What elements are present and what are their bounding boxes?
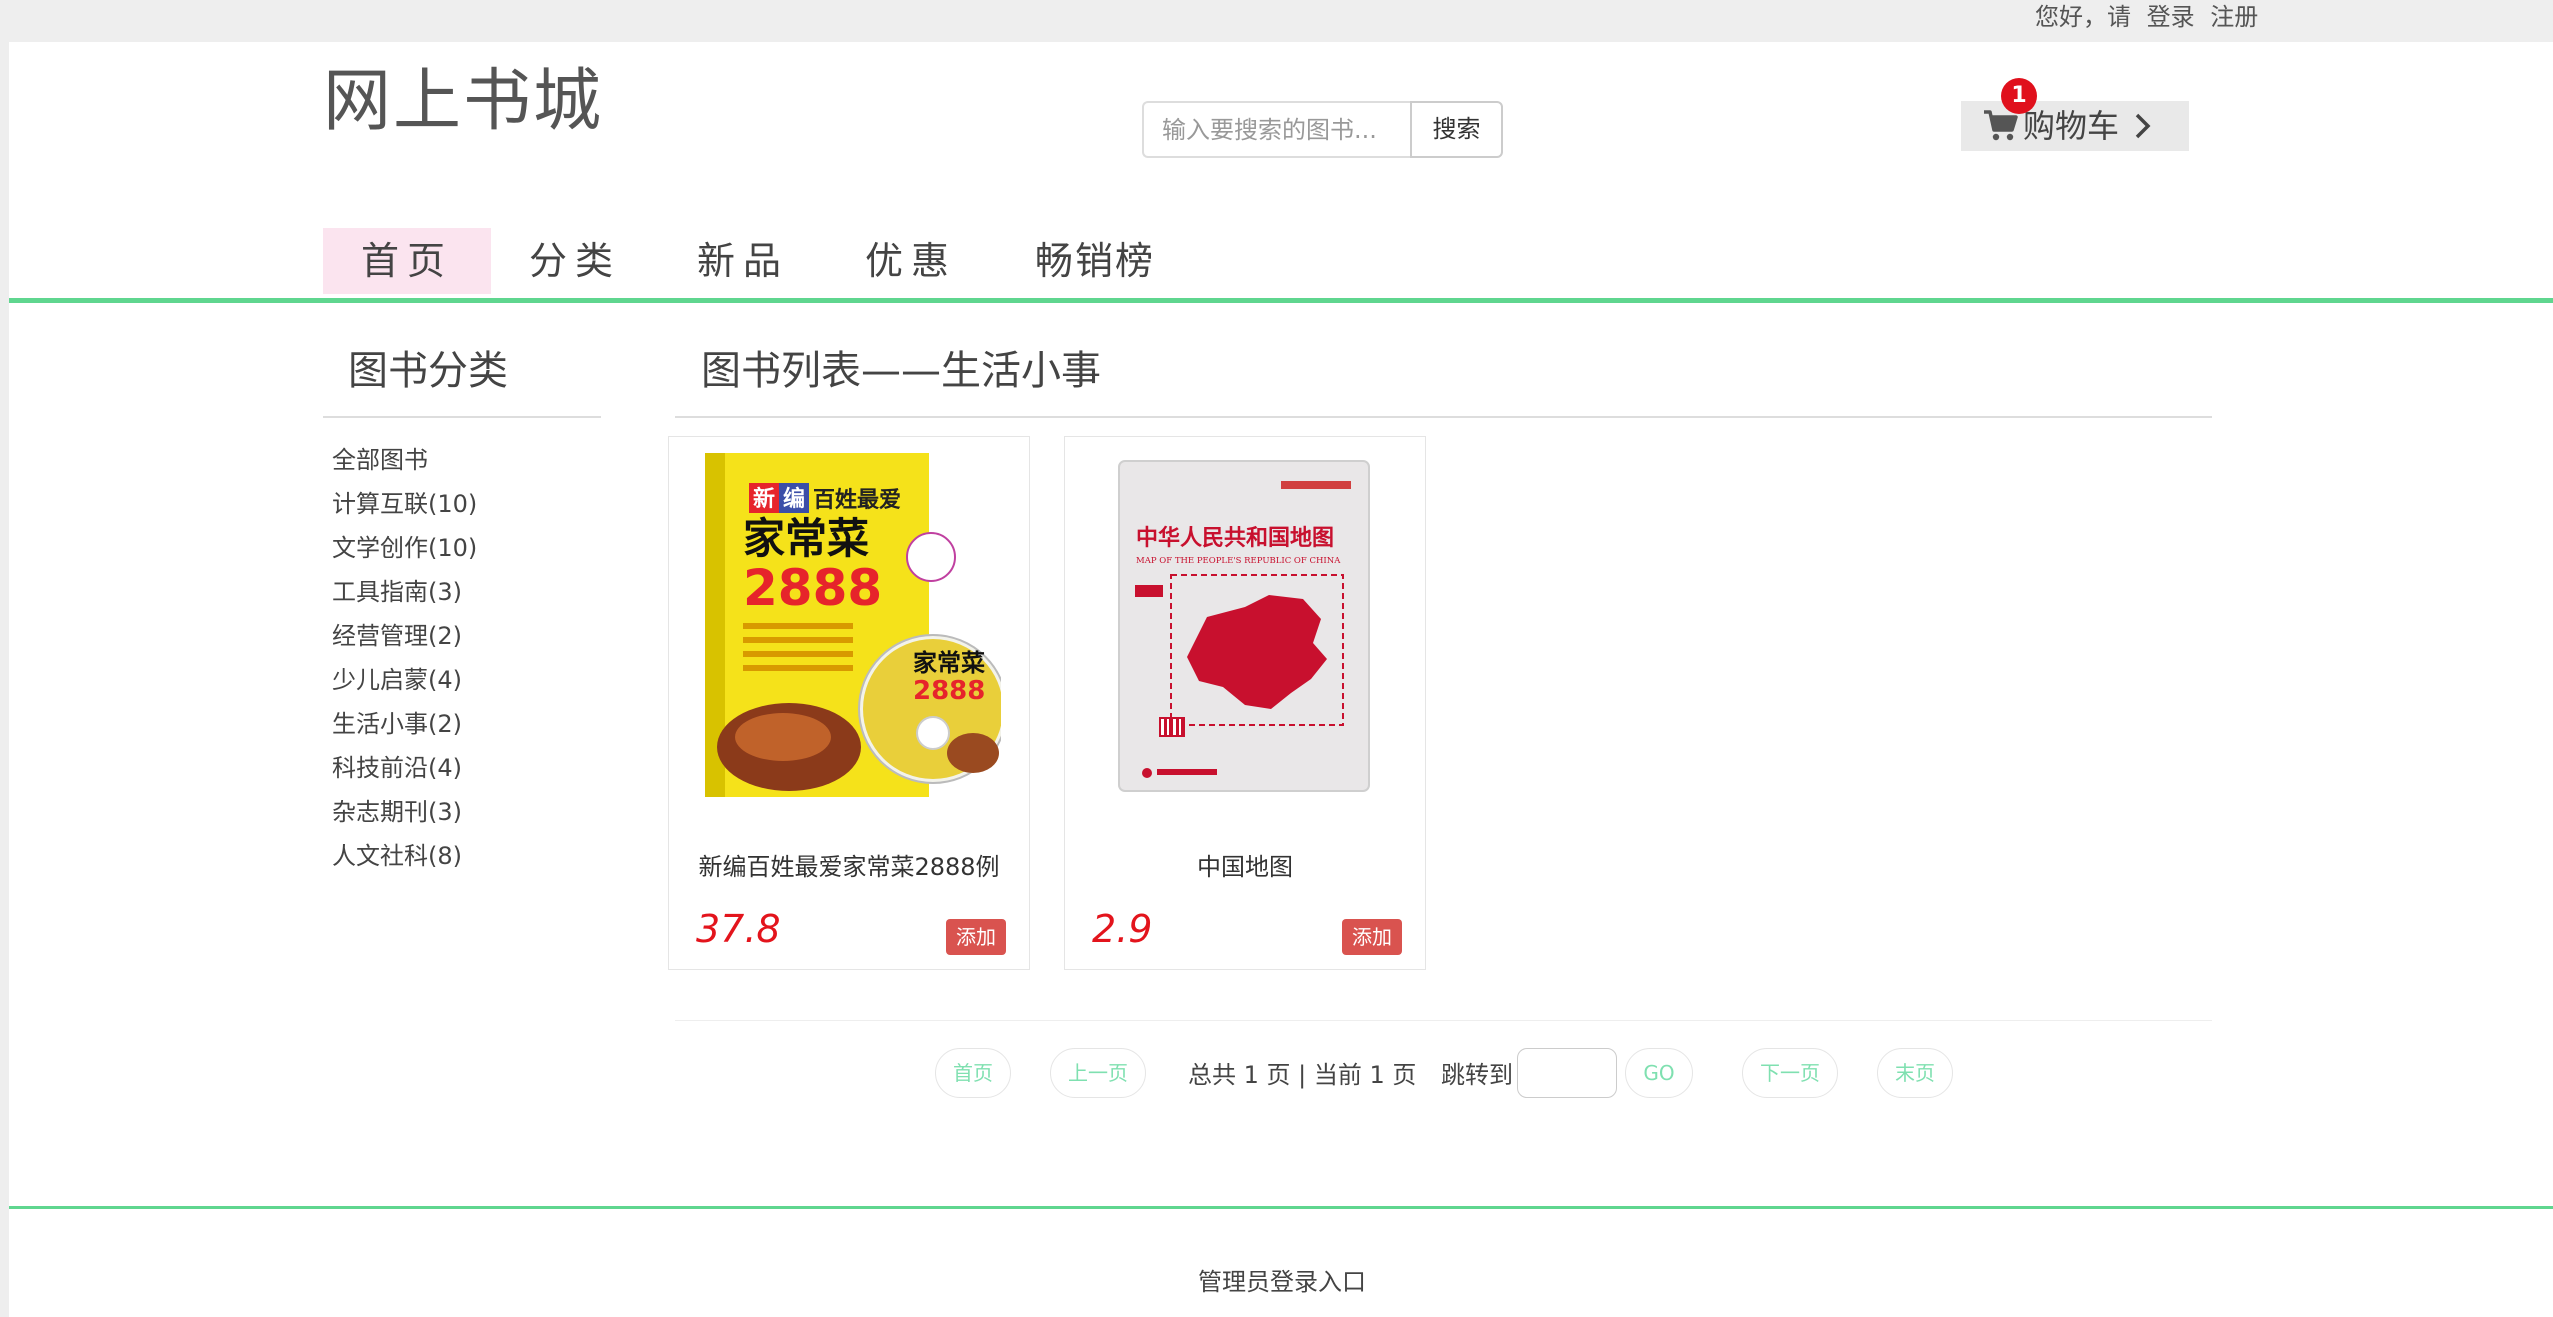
category-item[interactable]: 生活小事(2) (332, 704, 462, 739)
category-item[interactable]: 杂志期刊(3) (332, 792, 462, 827)
cover-line2-text: 家常菜 (743, 514, 869, 563)
nav-categories[interactable]: 分类 (491, 228, 659, 294)
left-edge-strip (0, 0, 9, 1317)
login-link[interactable]: 登录 (2147, 3, 2195, 31)
jump-label: 跳转到 (1441, 1061, 1513, 1089)
cart-button[interactable]: 购物车 (1961, 101, 2189, 151)
prev-page-button[interactable]: 上一页 (1050, 1048, 1146, 1098)
category-item[interactable]: 科技前沿(4) (332, 748, 462, 783)
book-card: 中华人民共和国地图 MAP OF THE PEOPLE'S REPUBLIC O… (1064, 436, 1426, 970)
top-bar: 您好，请 登录 注册 (0, 0, 2553, 42)
category-item[interactable]: 文学创作(10) (332, 528, 477, 563)
next-page-button[interactable]: 下一页 (1742, 1048, 1838, 1098)
nav-home[interactable]: 首页 (323, 228, 491, 294)
cover-tag2-text: 编 (783, 486, 805, 512)
category-item[interactable]: 计算互联(10) (332, 484, 477, 519)
book-price: 37.8 (696, 907, 781, 951)
go-button[interactable]: GO (1625, 1048, 1693, 1098)
book-price: 2.9 (1092, 907, 1153, 951)
book-title[interactable]: 中国地图 (1065, 847, 1425, 882)
cover-line1-text: 百姓最爱 (813, 487, 901, 513)
chevron-right-icon (2135, 113, 2151, 139)
book-title[interactable]: 新编百姓最爱家常菜2888例 (669, 847, 1029, 882)
cart-label: 购物车 (2023, 107, 2120, 145)
category-item[interactable]: 人文社科(8) (332, 836, 462, 871)
user-links: 您好，请 登录 注册 (2035, 0, 2266, 42)
search-button[interactable]: 搜索 (1410, 101, 1503, 158)
map-en-title: MAP OF THE PEOPLE'S REPUBLIC OF CHINA (1136, 556, 1341, 566)
disc-num-text: 2888 (913, 676, 985, 706)
last-page-button[interactable]: 末页 (1877, 1048, 1953, 1098)
add-to-cart-button[interactable]: 添加 (946, 919, 1006, 955)
search-input[interactable] (1142, 101, 1412, 158)
pager-divider (675, 1020, 2212, 1021)
category-item[interactable]: 少儿启蒙(4) (332, 660, 462, 695)
nav-bestsellers[interactable]: 畅销榜 (995, 228, 1195, 294)
site-logo[interactable]: 网上书城 (323, 45, 603, 144)
shopping-cart-icon (1984, 110, 2018, 141)
cover-line3-text: 2888 (743, 559, 882, 617)
category-item[interactable]: 经营管理(2) (332, 616, 462, 651)
nav-divider (9, 298, 2553, 303)
disc-title-text: 家常菜 (913, 649, 985, 677)
greeting-text: 您好，请 (2035, 3, 2131, 31)
jump-page-input[interactable] (1517, 1048, 1617, 1098)
book-card: 新 编 百姓最爱 家常菜 2888 家常菜 2888 新编百姓最爱家常菜2888… (668, 436, 1030, 970)
nav-deals[interactable]: 优惠 (827, 228, 995, 294)
add-to-cart-button[interactable]: 添加 (1342, 919, 1402, 955)
book-cover-image[interactable]: 新 编 百姓最爱 家常菜 2888 家常菜 2888 (699, 447, 1001, 807)
admin-login-link[interactable]: 管理员登录入口 (1198, 1262, 1366, 1297)
cart-count-badge: 1 (2001, 78, 2037, 114)
first-page-button[interactable]: 首页 (935, 1048, 1011, 1098)
book-cover-image[interactable]: 中华人民共和国地图 MAP OF THE PEOPLE'S REPUBLIC O… (1095, 447, 1397, 807)
nav-new[interactable]: 新品 (659, 228, 827, 294)
map-cn-title: 中华人民共和国地图 (1136, 525, 1334, 551)
page-summary: 总共 1 页 | 当前 1 页 (1188, 1061, 1417, 1089)
category-item[interactable]: 工具指南(3) (332, 572, 462, 607)
book-list-title: 图书列表——生活小事 (701, 348, 1101, 394)
category-item[interactable]: 全部图书 (332, 440, 428, 475)
sidebar-divider (323, 416, 601, 418)
register-link[interactable]: 注册 (2210, 3, 2258, 31)
cover-tag-text: 新 (753, 486, 775, 512)
footer-divider (9, 1206, 2553, 1209)
sidebar-title: 图书分类 (348, 348, 508, 394)
main-divider (675, 416, 2212, 418)
